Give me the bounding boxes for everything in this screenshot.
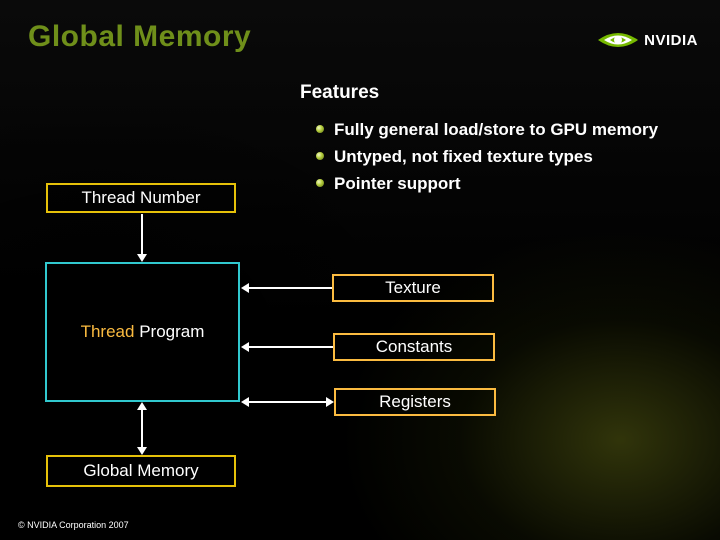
- box-thread-program: Thread Program: [45, 262, 240, 402]
- footer-copyright: © NVIDIA Corporation 2007: [18, 520, 129, 530]
- nvidia-eye-icon: [596, 26, 640, 54]
- feature-item: Pointer support: [334, 170, 658, 197]
- arrow-texture-to-program: [241, 281, 332, 295]
- features-list: Fully general load/store to GPU memory U…: [300, 116, 658, 198]
- box-label: Texture: [385, 278, 441, 298]
- thread-program-label: Thread Program: [81, 322, 205, 342]
- box-registers: Registers: [334, 388, 496, 416]
- thread-program-accent: Thread: [81, 322, 135, 341]
- box-global-memory: Global Memory: [46, 455, 236, 487]
- page-title: Global Memory: [28, 20, 251, 54]
- features-heading: Features: [300, 82, 658, 104]
- features-block: Features Fully general load/store to GPU…: [300, 82, 658, 198]
- box-texture: Texture: [332, 274, 494, 302]
- arrow-thread-number-to-program: [134, 214, 150, 262]
- feature-item: Fully general load/store to GPU memory: [334, 116, 658, 143]
- box-label: Constants: [376, 337, 453, 357]
- arrow-constants-to-program: [241, 340, 333, 354]
- arrow-program-registers: [241, 394, 334, 410]
- feature-item: Untyped, not fixed texture types: [334, 143, 658, 170]
- box-thread-number: Thread Number: [46, 183, 236, 213]
- box-label: Thread Number: [81, 188, 200, 208]
- nvidia-logo-text: NVIDIA: [644, 32, 698, 49]
- box-constants: Constants: [333, 333, 495, 361]
- box-label: Global Memory: [83, 461, 198, 481]
- box-label: Registers: [379, 392, 451, 412]
- arrow-program-global-memory: [133, 402, 151, 455]
- nvidia-logo: NVIDIA: [588, 20, 698, 60]
- thread-program-rest: Program: [134, 322, 204, 341]
